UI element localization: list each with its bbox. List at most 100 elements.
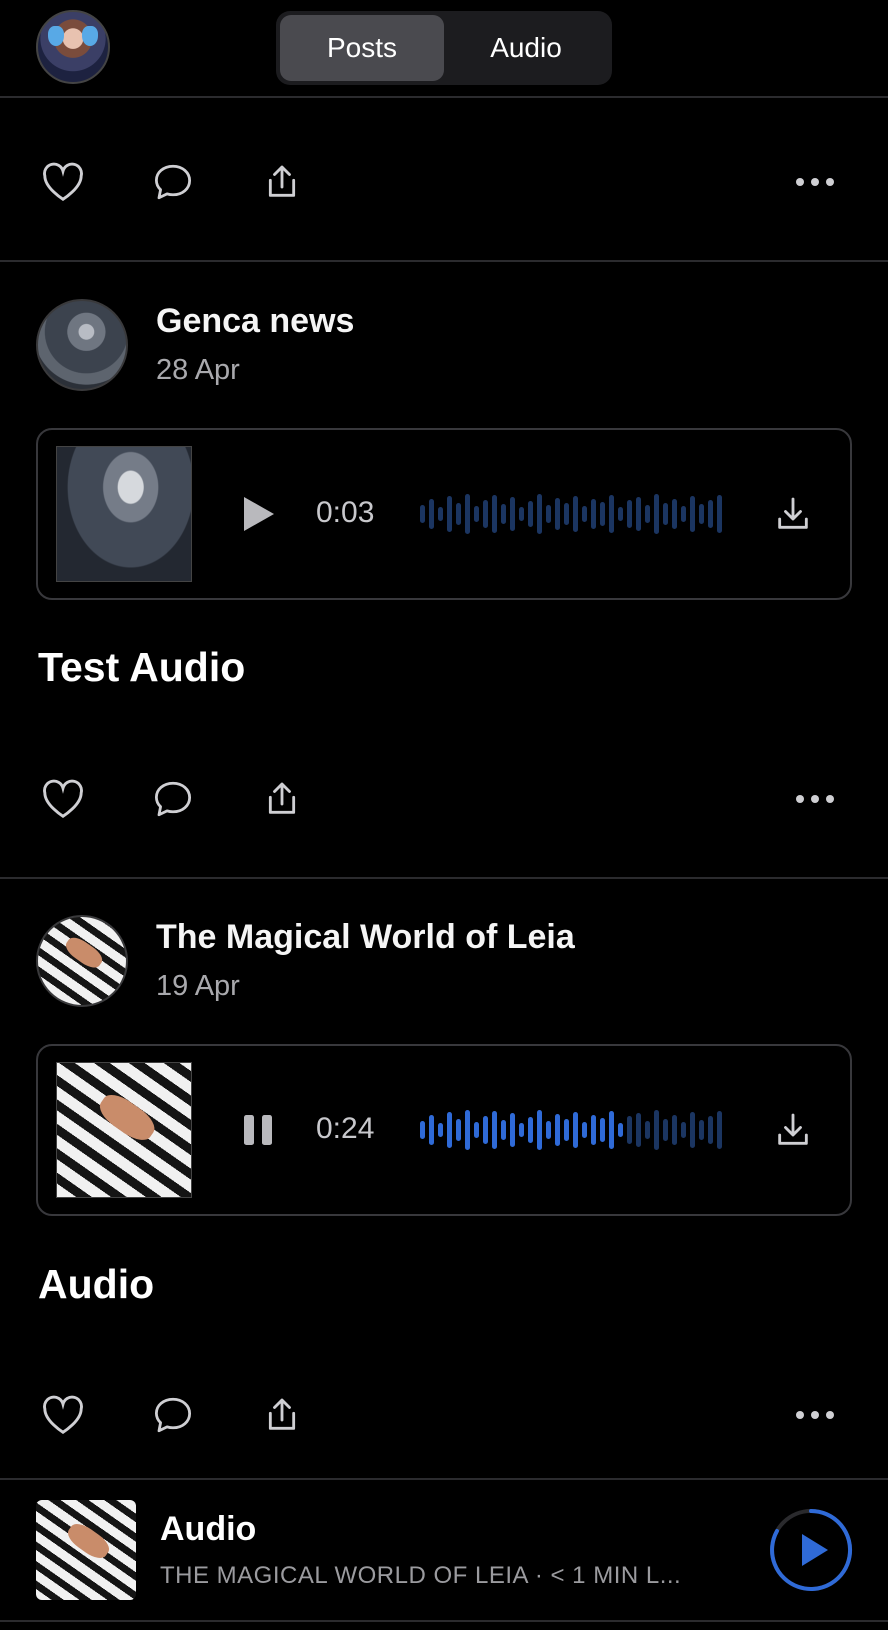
tab-posts[interactable]: Posts xyxy=(280,15,444,81)
waveform-bar xyxy=(537,1110,542,1150)
waveform-bar xyxy=(528,1117,533,1143)
more-icon xyxy=(796,1411,834,1419)
divider xyxy=(0,877,888,879)
waveform-bar xyxy=(582,1122,587,1138)
comment-button[interactable] xyxy=(151,1393,195,1437)
waveform-bar xyxy=(573,1112,578,1148)
more-button[interactable] xyxy=(793,1393,837,1437)
waveform-bar xyxy=(699,504,704,524)
audio-time: 0:03 xyxy=(316,496,375,529)
waveform[interactable] xyxy=(420,1108,726,1152)
waveform-bar xyxy=(564,1119,569,1141)
post-title: Test Audio xyxy=(38,644,246,690)
comment-button[interactable] xyxy=(151,160,195,204)
waveform-bar xyxy=(573,496,578,532)
waveform-bar xyxy=(447,1112,452,1148)
waveform-bar xyxy=(465,494,470,534)
like-button[interactable] xyxy=(41,160,85,204)
waveform-bar xyxy=(456,1119,461,1141)
waveform-bar xyxy=(420,1121,425,1139)
waveform-bar xyxy=(456,503,461,525)
mini-player-thumbnail xyxy=(36,1500,136,1600)
waveform-bar xyxy=(627,1116,632,1144)
waveform-bar xyxy=(546,505,551,523)
waveform-bar xyxy=(519,1123,524,1137)
more-button[interactable] xyxy=(793,160,837,204)
waveform-bar xyxy=(708,500,713,528)
share-icon xyxy=(268,782,296,814)
pause-button[interactable] xyxy=(238,1110,278,1150)
waveform-bar xyxy=(609,1111,614,1149)
audio-player: 0:24 xyxy=(36,1044,852,1216)
mini-player-play-button[interactable] xyxy=(769,1508,853,1592)
author-avatar[interactable] xyxy=(36,299,128,391)
download-icon xyxy=(778,497,808,529)
feed-segmented-control: Posts Audio xyxy=(276,11,612,85)
mini-player-title: Audio xyxy=(160,1510,257,1548)
comment-icon xyxy=(154,1397,192,1433)
waveform-bar xyxy=(429,499,434,529)
waveform-bar xyxy=(699,1120,704,1140)
like-button[interactable] xyxy=(41,777,85,821)
waveform-bar xyxy=(681,1122,686,1138)
waveform-bar xyxy=(645,1121,650,1139)
waveform-bar xyxy=(474,1122,479,1138)
waveform-bar xyxy=(663,503,668,525)
waveform-bar xyxy=(519,507,524,521)
play-button[interactable] xyxy=(238,494,278,534)
waveform-bar xyxy=(636,1113,641,1147)
download-icon xyxy=(778,1113,808,1145)
comment-button[interactable] xyxy=(151,777,195,821)
waveform-bar xyxy=(492,1111,497,1149)
waveform-bar xyxy=(555,498,560,530)
heart-icon xyxy=(43,779,83,818)
waveform[interactable] xyxy=(420,492,726,536)
waveform-bar xyxy=(609,495,614,533)
post-author[interactable]: The Magical World of Leia xyxy=(156,918,575,957)
pause-icon xyxy=(244,1115,272,1145)
tab-audio[interactable]: Audio xyxy=(444,15,608,81)
author-avatar[interactable] xyxy=(36,915,128,1007)
waveform-bar xyxy=(420,505,425,523)
post-author[interactable]: Genca news xyxy=(156,302,354,341)
comment-icon xyxy=(154,164,192,200)
waveform-bar xyxy=(591,499,596,529)
audio-thumbnail xyxy=(56,446,192,582)
post-actions xyxy=(0,150,888,210)
download-button[interactable] xyxy=(773,1110,813,1150)
waveform-bar xyxy=(600,1118,605,1142)
heart-icon xyxy=(43,1395,83,1434)
waveform-bar xyxy=(528,501,533,527)
download-button[interactable] xyxy=(773,494,813,534)
more-button[interactable] xyxy=(793,777,837,821)
share-button[interactable] xyxy=(260,1393,304,1437)
mini-player-subtitle: THE MAGICAL WORLD OF LEIA · < 1 MIN L... xyxy=(160,1562,682,1589)
waveform-bar xyxy=(429,1115,434,1145)
share-button[interactable] xyxy=(260,777,304,821)
share-icon xyxy=(268,165,296,197)
post-date: 28 Apr xyxy=(156,354,240,386)
waveform-bar xyxy=(510,1113,515,1147)
waveform-bar xyxy=(447,496,452,532)
top-bar: Posts Audio xyxy=(0,0,888,98)
waveform-bar xyxy=(672,499,677,529)
waveform-bar xyxy=(600,502,605,526)
waveform-bar xyxy=(618,1123,623,1137)
waveform-bar xyxy=(717,495,722,533)
waveform-bar xyxy=(510,497,515,531)
waveform-bar xyxy=(717,1111,722,1149)
like-button[interactable] xyxy=(41,1393,85,1437)
share-button[interactable] xyxy=(260,160,304,204)
post-date: 19 Apr xyxy=(156,970,240,1002)
divider xyxy=(0,1620,888,1622)
profile-avatar[interactable] xyxy=(36,10,110,84)
waveform-bar xyxy=(663,1119,668,1141)
more-icon xyxy=(796,178,834,186)
waveform-bar xyxy=(618,507,623,521)
waveform-bar xyxy=(690,496,695,532)
mini-player[interactable]: Audio THE MAGICAL WORLD OF LEIA · < 1 MI… xyxy=(0,1478,888,1618)
waveform-bar xyxy=(492,495,497,533)
divider xyxy=(0,260,888,262)
audio-player: 0:03 xyxy=(36,428,852,600)
waveform-bar xyxy=(501,1120,506,1140)
